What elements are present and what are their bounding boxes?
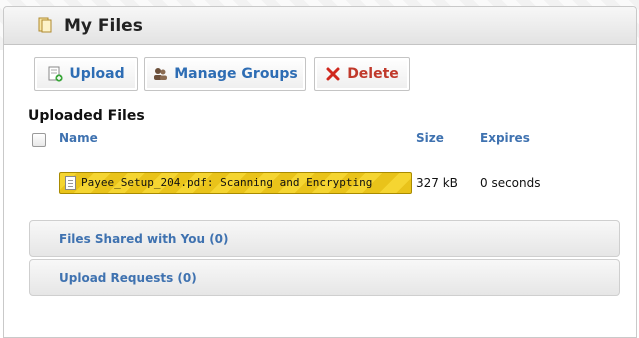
page-title: My Files	[64, 16, 143, 36]
files-shared-label: Files Shared with You (0)	[59, 231, 229, 246]
file-expires: 0 seconds	[480, 176, 541, 190]
panel-header: My Files	[4, 7, 636, 45]
folder-icon	[38, 17, 52, 33]
column-header-size[interactable]: Size	[416, 131, 444, 145]
file-progress-bar: Payee_Setup_204.pdf: Scanning and Encryp…	[59, 172, 412, 194]
delete-button[interactable]: Delete	[314, 57, 410, 91]
file-status-label: Payee_Setup_204.pdf: Scanning and Encryp…	[81, 176, 373, 189]
upload-icon	[48, 66, 63, 82]
column-header-name[interactable]: Name	[59, 131, 98, 145]
delete-button-label: Delete	[347, 66, 399, 82]
manage-groups-button-label: Manage Groups	[174, 66, 298, 82]
select-all-checkbox[interactable]	[32, 133, 46, 147]
upload-button-label: Upload	[69, 66, 125, 82]
manage-groups-button[interactable]: Manage Groups	[144, 57, 306, 91]
files-shared-section[interactable]: Files Shared with You (0)	[29, 220, 620, 257]
document-icon	[65, 176, 76, 190]
upload-requests-section[interactable]: Upload Requests (0)	[29, 259, 620, 296]
upload-button[interactable]: Upload	[34, 57, 138, 91]
group-icon	[154, 68, 168, 80]
uploaded-files-heading: Uploaded Files	[28, 108, 145, 124]
file-size: 327 kB	[416, 176, 458, 190]
upload-requests-label: Upload Requests (0)	[59, 270, 197, 285]
close-icon	[326, 67, 340, 81]
column-header-expires[interactable]: Expires	[480, 131, 530, 145]
